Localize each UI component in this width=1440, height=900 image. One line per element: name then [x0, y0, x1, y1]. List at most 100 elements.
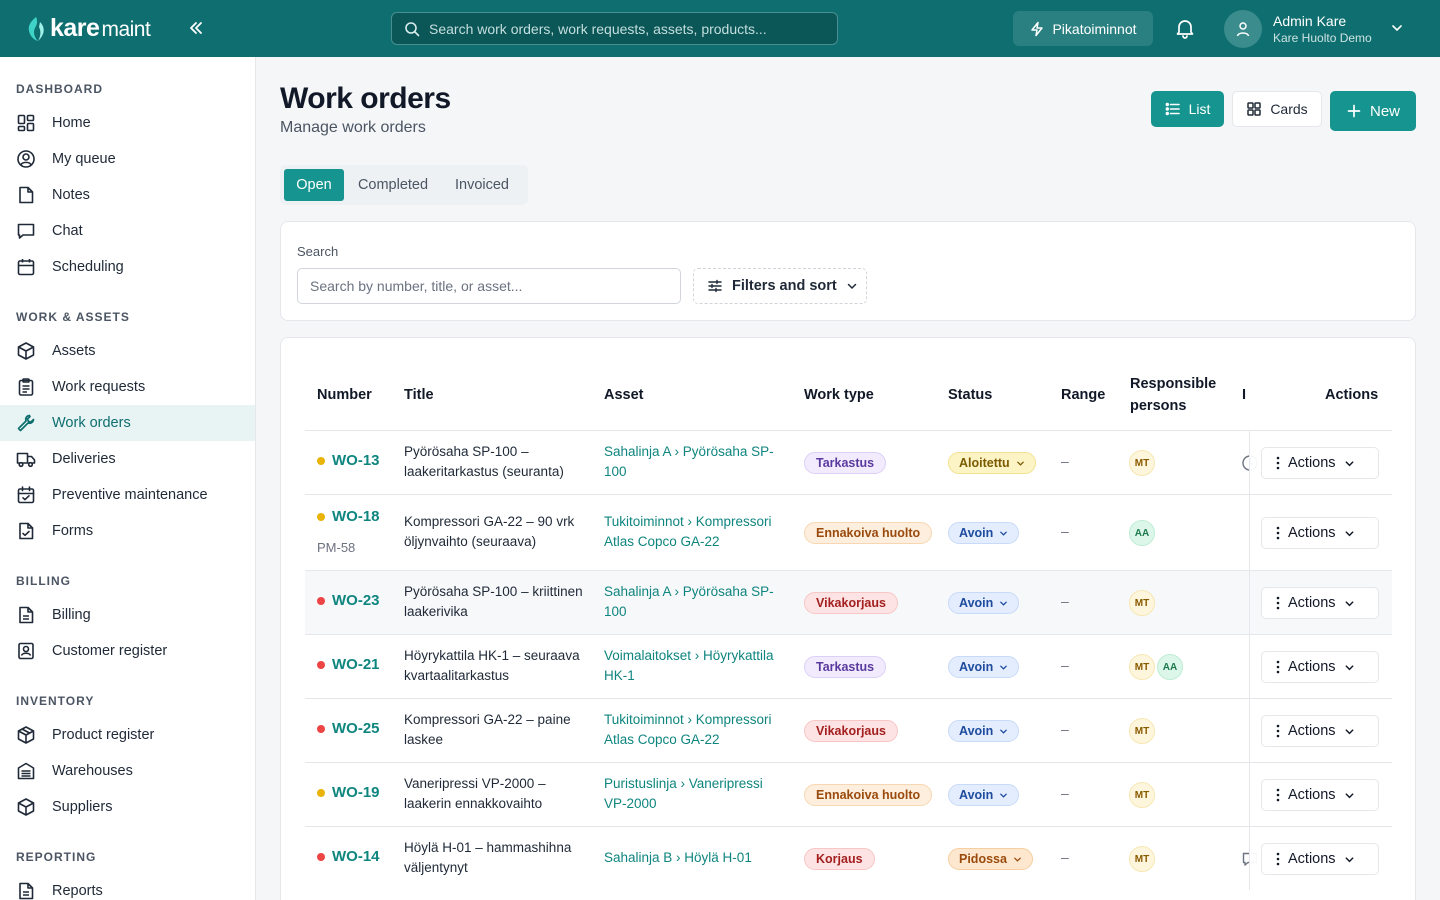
status-dropdown[interactable]: Aloitettu — [948, 452, 1036, 474]
actions-dropdown-button[interactable]: Actions — [1261, 715, 1379, 747]
status-dropdown[interactable]: Avoin — [948, 720, 1020, 742]
work-order-title: Kompressori GA-22 – 90 vrk öljynvaihto (s… — [404, 512, 574, 552]
work-order-number-link[interactable]: WO-21 — [317, 656, 380, 673]
collapse-sidebar-icon[interactable] — [186, 18, 206, 38]
global-search[interactable] — [391, 12, 838, 45]
table-row[interactable]: WO-19 Vaneripressi VP-2000 – laakerin enn… — [305, 762, 1392, 826]
table-row[interactable]: WO-21 Höyrykattila HK-1 – seuraava kvarta… — [305, 634, 1392, 698]
asset-link[interactable]: Voimalaitokset › Höyrykattila HK-1 — [604, 646, 782, 686]
column-header-work-type[interactable]: Work type — [804, 384, 874, 406]
actions-dropdown-button[interactable]: Actions — [1261, 843, 1379, 875]
column-header-responsible[interactable]: Responsible persons — [1130, 373, 1216, 417]
column-header-status[interactable]: Status — [948, 384, 992, 406]
asset-link[interactable]: Sahalinja A › Pyörösaha SP-100 — [604, 582, 782, 622]
work-order-number-link[interactable]: WO-25 — [317, 720, 380, 737]
title-line: Höyrykattila HK-1 – seuraava — [404, 648, 580, 663]
work-order-number-link[interactable]: WO-13 — [317, 452, 380, 469]
work-order-number-link[interactable]: WO-18 — [317, 508, 380, 525]
status-dropdown[interactable]: Avoin — [948, 656, 1020, 678]
clipboard-icon — [18, 378, 34, 396]
dashboard-grid-icon — [17, 114, 35, 132]
sidebar-item-suppliers[interactable]: Suppliers — [0, 789, 255, 825]
note-icon — [19, 186, 34, 204]
global-search-input[interactable] — [429, 20, 809, 37]
sidebar-item-preventive-maintenance[interactable]: Preventive maintenance — [0, 477, 255, 513]
title-line: Höylä H-01 – hammashihna — [404, 840, 572, 855]
actions-dropdown-button[interactable]: Actions — [1261, 779, 1379, 811]
filters-and-sort-button[interactable]: Filters and sort — [693, 268, 867, 304]
cards-view-button[interactable]: Cards — [1232, 91, 1322, 127]
actions-dropdown-button[interactable]: Actions — [1261, 517, 1379, 549]
status-dropdown[interactable]: Pidossa — [948, 848, 1033, 870]
asset-link[interactable]: Tukitoiminnot › Kompressori Atlas Copco … — [604, 710, 782, 750]
column-header-asset[interactable]: Asset — [604, 384, 644, 406]
actions-dropdown-button[interactable]: Actions — [1261, 651, 1379, 683]
column-header-title[interactable]: Title — [404, 384, 434, 406]
sidebar-item-assets[interactable]: Assets — [0, 333, 255, 369]
work-type-badge: Korjaus — [804, 848, 875, 870]
status-dropdown[interactable]: Avoin — [948, 784, 1020, 806]
sidebar-item-reports[interactable]: Reports — [0, 873, 255, 900]
table-row[interactable]: WO-13 Pyörösaha SP-100 – laakeritarkastus… — [305, 430, 1392, 494]
tab-completed[interactable]: Completed — [350, 169, 436, 201]
asset-link[interactable]: Sahalinja A › Pyörösaha SP-100 — [604, 442, 782, 482]
logo[interactable]: karemaint — [26, 14, 151, 43]
sidebar-section-billing: BILLING — [16, 574, 71, 588]
sidebar-item-work-orders[interactable]: Work orders — [0, 405, 255, 441]
receipt-icon — [19, 606, 34, 624]
sidebar-item-forms[interactable]: Forms — [0, 513, 255, 549]
sidebar-item-product-register[interactable]: Product register — [0, 717, 255, 753]
sidebar-item-scheduling[interactable]: Scheduling — [0, 249, 255, 285]
status-dropdown[interactable]: Avoin — [948, 592, 1020, 614]
sidebar-item-label: Work orders — [52, 415, 131, 431]
table-row[interactable]: WO-18 PM-58 Kompressori GA-22 – 90 vrk öl… — [305, 494, 1392, 570]
asset-link[interactable]: Sahalinja B › Höylä H-01 — [604, 848, 782, 868]
sidebar-item-chat[interactable]: Chat — [0, 213, 255, 249]
sidebar-item-label: Forms — [52, 523, 94, 539]
column-header-responsible-line2: persons — [1130, 398, 1187, 414]
calendar-icon — [17, 259, 35, 276]
actions-dropdown-button[interactable]: Actions — [1261, 447, 1379, 479]
sidebar-item-home[interactable]: Home — [0, 105, 255, 141]
chevron-down-icon — [1345, 460, 1354, 466]
sidebar-item-label: Chat — [52, 223, 83, 239]
asset-link[interactable]: Tukitoiminnot › Kompressori Atlas Copco … — [604, 512, 782, 552]
chevron-down-icon — [1345, 530, 1354, 536]
actions-dropdown-button[interactable]: Actions — [1261, 587, 1379, 619]
sidebar-item-my-queue[interactable]: My queue — [0, 141, 255, 177]
bell-icon[interactable] — [1174, 17, 1196, 39]
table-row[interactable]: WO-23 Pyörösaha SP-100 – kriittinen laake… — [305, 570, 1392, 634]
list-view-button[interactable]: List — [1151, 91, 1224, 127]
responsible-avatar: AA — [1129, 520, 1155, 546]
report-icon — [19, 882, 34, 900]
tab-open[interactable]: Open — [284, 169, 344, 201]
table-row[interactable]: WO-14 Höylä H-01 – hammashihna väljentyny… — [305, 826, 1392, 890]
title-line: Kompressori GA-22 – paine — [404, 712, 571, 727]
user-menu[interactable]: Admin Kare Kare Huolto Demo — [1224, 9, 1414, 49]
table-row[interactable]: WO-25 Kompressori GA-22 – paine laskee Tu… — [305, 698, 1392, 762]
sidebar-item-label: Customer register — [52, 643, 168, 659]
search-input[interactable] — [297, 268, 681, 304]
sidebar-item-notes[interactable]: Notes — [0, 177, 255, 213]
sidebar-item-work-requests[interactable]: Work requests — [0, 369, 255, 405]
sidebar-item-customer-register[interactable]: Customer register — [0, 633, 255, 669]
sidebar-item-warehouses[interactable]: Warehouses — [0, 753, 255, 789]
work-order-number-link[interactable]: WO-14 — [317, 848, 380, 865]
list-icon — [1165, 102, 1180, 116]
sidebar-item-billing[interactable]: Billing — [0, 597, 255, 633]
sidebar-item-deliveries[interactable]: Deliveries — [0, 441, 255, 477]
title-line: laakerivika — [404, 604, 468, 619]
column-header-number[interactable]: Number — [317, 384, 372, 406]
work-order-number-link[interactable]: WO-23 — [317, 592, 380, 609]
new-work-order-button[interactable]: New — [1330, 91, 1416, 131]
work-order-number-link[interactable]: WO-19 — [317, 784, 380, 801]
more-vertical-icon — [1276, 724, 1280, 738]
quick-actions-button[interactable]: Pikatoiminnot — [1013, 11, 1153, 46]
lightning-icon — [1031, 21, 1044, 36]
more-vertical-icon — [1276, 596, 1280, 610]
column-header-range[interactable]: Range — [1061, 384, 1105, 406]
status-dropdown[interactable]: Avoin — [948, 522, 1020, 544]
work-order-number: WO-21 — [332, 656, 380, 673]
tab-invoiced[interactable]: Invoiced — [444, 169, 520, 201]
asset-link[interactable]: Puristuslinja › Vaneripressi VP-2000 — [604, 774, 782, 814]
